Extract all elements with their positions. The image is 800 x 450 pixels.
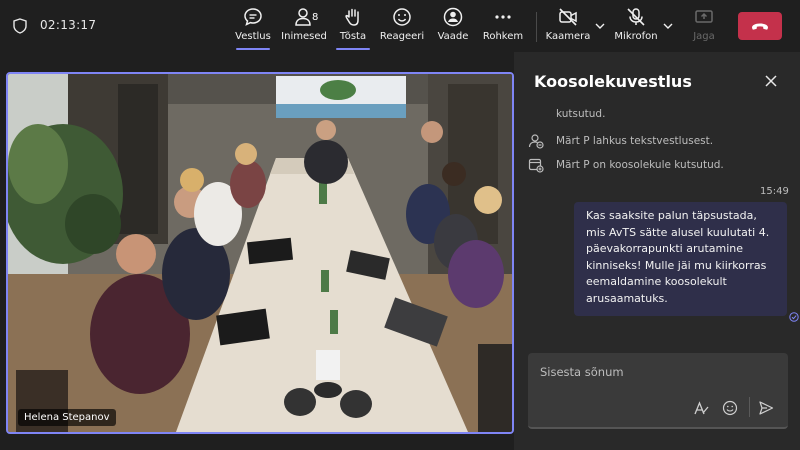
chat-message-text: Kas saaksite palun täpsustada, mis AvTS … (586, 209, 770, 305)
video-stage: Helena Stepanov (0, 52, 514, 450)
view-label: Vaade (437, 31, 469, 42)
view-button[interactable]: Vaade (434, 6, 472, 48)
shield-icon (13, 18, 27, 34)
system-message-text: Märt P lahkus tekstvestlusest. (556, 135, 714, 147)
react-button[interactable]: Reageeri (380, 6, 424, 48)
close-icon[interactable] (764, 74, 778, 88)
people-count: 8 (312, 12, 319, 23)
system-message-truncated: kutsutud. (556, 108, 606, 120)
raise-hand-icon (345, 8, 359, 26)
chat-label: Vestlus (235, 31, 271, 42)
camera-button[interactable]: Kaamera (546, 6, 590, 48)
share-label: Jaga (693, 31, 715, 42)
emoji-icon (393, 8, 411, 26)
message-timestamp: 15:49 (760, 186, 789, 197)
message-compose-box (528, 353, 788, 429)
more-label: Rohkem (482, 31, 524, 42)
compose-divider (749, 397, 750, 417)
chat-icon (244, 8, 262, 26)
raise-hand-button[interactable]: Tõsta (334, 6, 372, 50)
system-message-text: Märt P on koosolekule kutsutud. (556, 159, 724, 171)
chat-panel-title: Koosolekuvestlus (534, 72, 692, 91)
emoji-icon[interactable] (722, 400, 738, 416)
chat-message-bubble[interactable]: Kas saaksite palun täpsustada, mis AvTS … (574, 202, 787, 316)
teams-meeting-window: 02:13:17 Vestlus 8 Inimesed Tõsta Reagee… (0, 0, 800, 450)
person-leave-icon (528, 134, 544, 149)
people-label: Inimesed (281, 31, 327, 42)
toolbar-divider (536, 12, 537, 42)
camera-off-icon (559, 8, 577, 26)
more-button[interactable]: Rohkem (482, 6, 524, 48)
camera-options-chevron-down-icon[interactable] (594, 20, 606, 32)
calendar-invite-icon (528, 158, 544, 173)
chat-button[interactable]: Vestlus (234, 6, 272, 50)
share-button[interactable]: Jaga (688, 6, 720, 48)
people-button[interactable]: 8 Inimesed (281, 6, 327, 48)
meeting-toolbar: 02:13:17 Vestlus 8 Inimesed Tõsta Reagee… (0, 0, 800, 52)
microphone-label: Mikrofon (614, 31, 658, 42)
participant-name-tag: Helena Stepanov (18, 409, 116, 426)
participant-video-tile[interactable]: Helena Stepanov (6, 72, 514, 434)
raise-hand-label: Tõsta (339, 31, 367, 42)
system-message: Märt P lahkus tekstvestlusest. (528, 133, 713, 149)
leave-call-button[interactable] (738, 12, 782, 40)
camera-label: Kaamera (545, 31, 591, 42)
view-icon (443, 7, 463, 27)
react-label: Reageeri (379, 31, 425, 42)
message-sent-check-icon (789, 312, 799, 322)
message-input[interactable] (540, 365, 770, 379)
format-text-icon[interactable] (693, 400, 709, 416)
microphone-options-chevron-down-icon[interactable] (662, 20, 674, 32)
conference-room-video-frame (8, 74, 512, 432)
microphone-button[interactable]: Mikrofon (612, 6, 660, 48)
meeting-timer: 02:13:17 (40, 18, 97, 32)
system-message: Märt P on koosolekule kutsutud. (528, 157, 724, 173)
mic-off-icon (627, 8, 645, 26)
more-icon (495, 15, 511, 19)
send-icon[interactable] (758, 400, 774, 416)
meeting-chat-panel: Koosolekuvestlus kutsutud. Märt P lahkus… (514, 52, 800, 450)
share-screen-icon (695, 10, 713, 23)
hang-up-phone-icon (752, 23, 768, 30)
